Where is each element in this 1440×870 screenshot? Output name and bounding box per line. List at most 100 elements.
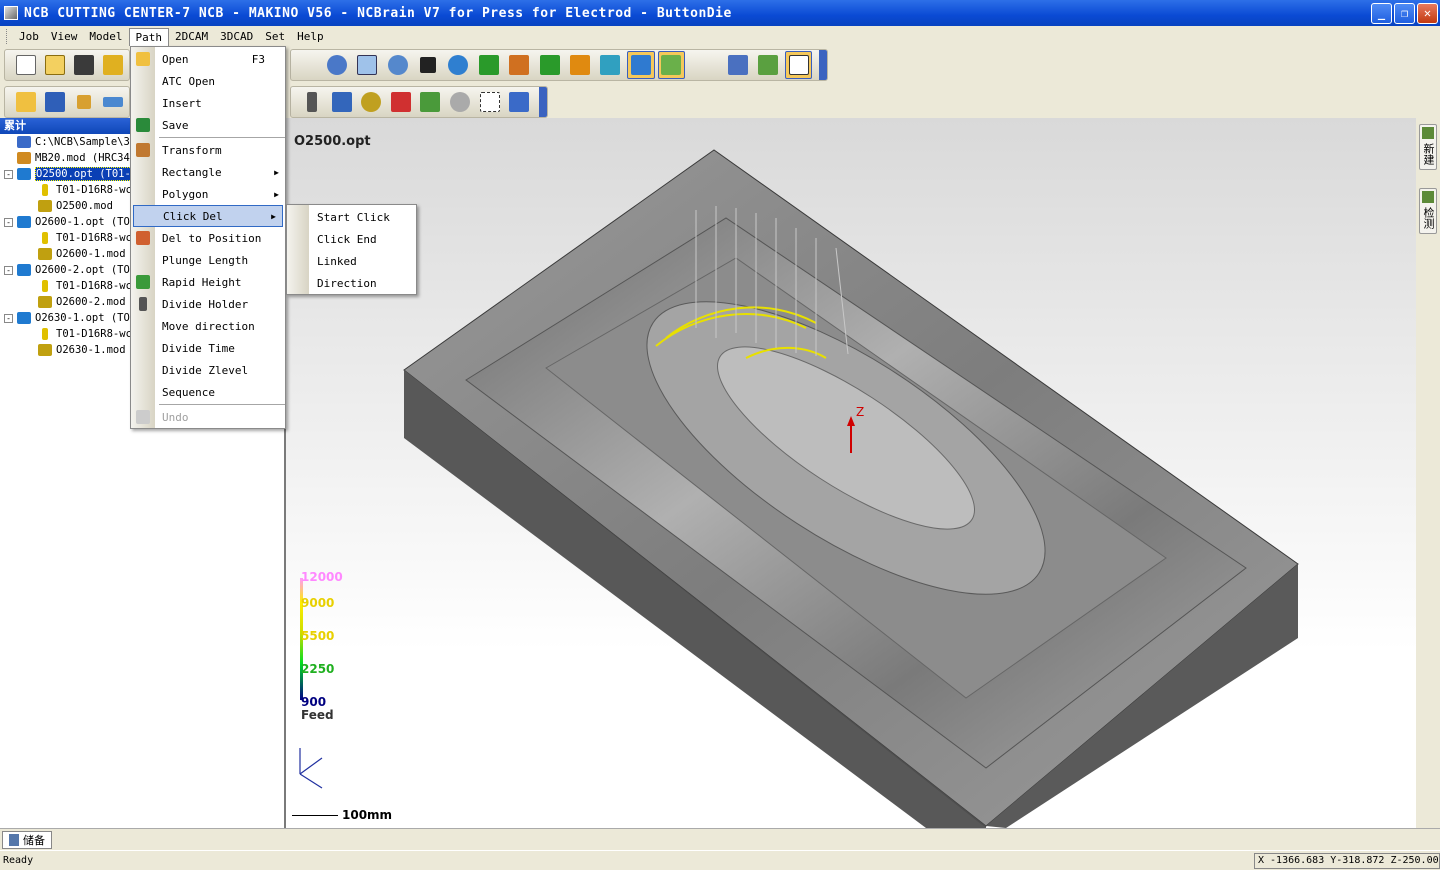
save-disk-button[interactable] xyxy=(42,88,68,116)
menu-item-del-to-position[interactable]: Del to Position xyxy=(131,227,285,249)
reserve-icon xyxy=(9,834,19,846)
marker-button[interactable] xyxy=(506,88,533,116)
rotate-button[interactable] xyxy=(445,51,472,79)
menu-item-rectangle-label: Rectangle xyxy=(162,165,222,179)
legend-value-min: 900 xyxy=(301,695,327,709)
submenu-item-direction[interactable]: Direction xyxy=(287,272,416,294)
tree-expander-icon[interactable]: - xyxy=(4,169,13,179)
menu-item-insert-label: Insert xyxy=(162,96,202,110)
holder-button[interactable] xyxy=(299,88,326,116)
menu-item-sequence[interactable]: Sequence xyxy=(131,381,285,403)
menu-job[interactable]: Job xyxy=(13,28,45,45)
gear-button[interactable] xyxy=(358,88,385,116)
close-button[interactable]: ✕ xyxy=(1417,2,1438,24)
solid-view-button[interactable] xyxy=(627,51,655,79)
view-x-button[interactable] xyxy=(475,51,502,79)
tree-item-label: MB20.mod (HRC34 xyxy=(35,152,130,164)
menu-item-rapid-height-label: Rapid Height xyxy=(162,275,242,289)
pan-button[interactable] xyxy=(414,51,441,79)
open-folder-button[interactable] xyxy=(13,88,39,116)
new-button[interactable] xyxy=(13,51,39,79)
legend-value-4: 2250 xyxy=(301,662,335,676)
stock-button[interactable] xyxy=(100,51,126,79)
tree-expander-icon[interactable]: - xyxy=(4,265,13,275)
view-back-button[interactable] xyxy=(597,51,624,79)
stock-view-button[interactable] xyxy=(724,51,751,79)
minimize-button[interactable]: _ xyxy=(1371,2,1392,24)
legend-value-2: 9000 xyxy=(301,596,335,610)
tool-node-icon xyxy=(42,328,48,340)
menu-help[interactable]: Help xyxy=(291,28,330,45)
path-menu: Open F3 ATC Open Insert Save Transform R… xyxy=(130,46,286,429)
submenu-arrow-icon: ▶ xyxy=(274,167,279,177)
opt-node-icon xyxy=(17,312,31,324)
grid-button[interactable] xyxy=(476,88,503,116)
tool-node-icon xyxy=(42,232,48,244)
cut-button[interactable] xyxy=(417,88,444,116)
menu-item-save[interactable]: Save xyxy=(131,114,285,136)
menu-item-divide-zlevel[interactable]: Divide Zlevel xyxy=(131,359,285,381)
submenu-item-start-click[interactable]: Start Click xyxy=(287,206,416,228)
menu-item-plunge-length[interactable]: Plunge Length xyxy=(131,249,285,271)
bottom-tab-reserve[interactable]: 储备 xyxy=(2,831,52,849)
disk-icon xyxy=(45,92,65,112)
submenu-item-click-end[interactable]: Click End xyxy=(287,228,416,250)
window-title: NCB CUTTING CENTER-7 NCB - MAKINO V56 - … xyxy=(24,5,732,21)
zoom-fit-button[interactable] xyxy=(323,51,350,79)
grid-icon xyxy=(479,92,500,112)
menu-set[interactable]: Set xyxy=(259,28,291,45)
2d-view-button[interactable] xyxy=(784,51,813,79)
menu-item-insert[interactable]: Insert xyxy=(131,92,285,114)
menu-item-save-label: Save xyxy=(162,118,189,132)
axis-x-icon xyxy=(478,55,499,75)
legend-label: Feed xyxy=(301,708,334,722)
menu-item-transform[interactable]: Transform xyxy=(131,139,285,161)
3d-viewport[interactable]: O2500.opt Z 12000 9000 5500 2250 900 Fee… xyxy=(286,118,1416,828)
menu-3dcad[interactable]: 3DCAD xyxy=(214,28,259,45)
menu-item-divide-holder[interactable]: Divide Holder xyxy=(131,293,285,315)
menu-item-click-del-label: Click Del xyxy=(163,209,223,223)
menu-2dcam[interactable]: 2DCAM xyxy=(169,28,214,45)
mod-node-icon xyxy=(38,296,52,308)
menu-item-rapid-height[interactable]: Rapid Height xyxy=(131,271,285,293)
sequence-button[interactable] xyxy=(329,88,356,116)
undo-toolbar-button[interactable] xyxy=(447,88,474,116)
menu-item-open[interactable]: Open F3 xyxy=(131,48,285,70)
save-toolbar-button[interactable] xyxy=(71,51,97,79)
view-y-button[interactable] xyxy=(505,51,532,79)
side-tab-check[interactable]: 检测 xyxy=(1419,188,1437,234)
menu-path[interactable]: Path xyxy=(128,27,169,46)
menu-item-click-del[interactable]: Click Del ▶ xyxy=(133,205,283,227)
toolbar-chevron[interactable] xyxy=(819,50,828,80)
add-button[interactable] xyxy=(42,51,68,79)
edit-path-button[interactable] xyxy=(388,88,415,116)
tool-button[interactable] xyxy=(71,88,97,116)
side-tab-new[interactable]: 新建 xyxy=(1419,124,1437,170)
tree-expander-icon[interactable]: - xyxy=(4,313,13,323)
menu-item-rectangle[interactable]: Rectangle ▶ xyxy=(131,161,285,183)
menu-view[interactable]: View xyxy=(45,28,84,45)
check-side-icon xyxy=(1422,191,1434,203)
menu-item-polygon[interactable]: Polygon ▶ xyxy=(131,183,285,205)
cursor-coordinates: X -1366.683 Y-318.872 Z-250.000 xyxy=(1254,853,1440,869)
view-iso-button[interactable] xyxy=(566,51,593,79)
eraser-button[interactable] xyxy=(100,88,126,116)
maximize-button[interactable]: ❐ xyxy=(1394,2,1415,24)
stock-cube-icon xyxy=(727,55,748,75)
menu-item-divide-time[interactable]: Divide Time xyxy=(131,337,285,359)
tree-item-label: O2600-2.mod xyxy=(56,296,126,308)
zoom-out-button[interactable] xyxy=(384,51,411,79)
menu-item-move-direction[interactable]: Move direction xyxy=(131,315,285,337)
toolbar2-chevron[interactable] xyxy=(539,87,547,117)
eraser-icon xyxy=(136,231,150,245)
submenu-item-linked[interactable]: Linked xyxy=(287,250,416,272)
zoom-window-button[interactable] xyxy=(353,51,380,79)
die-model[interactable]: Z xyxy=(286,118,1416,828)
menu-item-atc-open[interactable]: ATC Open xyxy=(131,70,285,92)
menu-model[interactable]: Model xyxy=(83,28,128,45)
view-z-button[interactable] xyxy=(536,51,563,79)
surface-view-button[interactable] xyxy=(657,51,685,79)
path-view-button[interactable] xyxy=(754,51,781,79)
tool-axis-label: Z xyxy=(856,405,864,419)
tree-expander-icon[interactable]: - xyxy=(4,217,13,227)
